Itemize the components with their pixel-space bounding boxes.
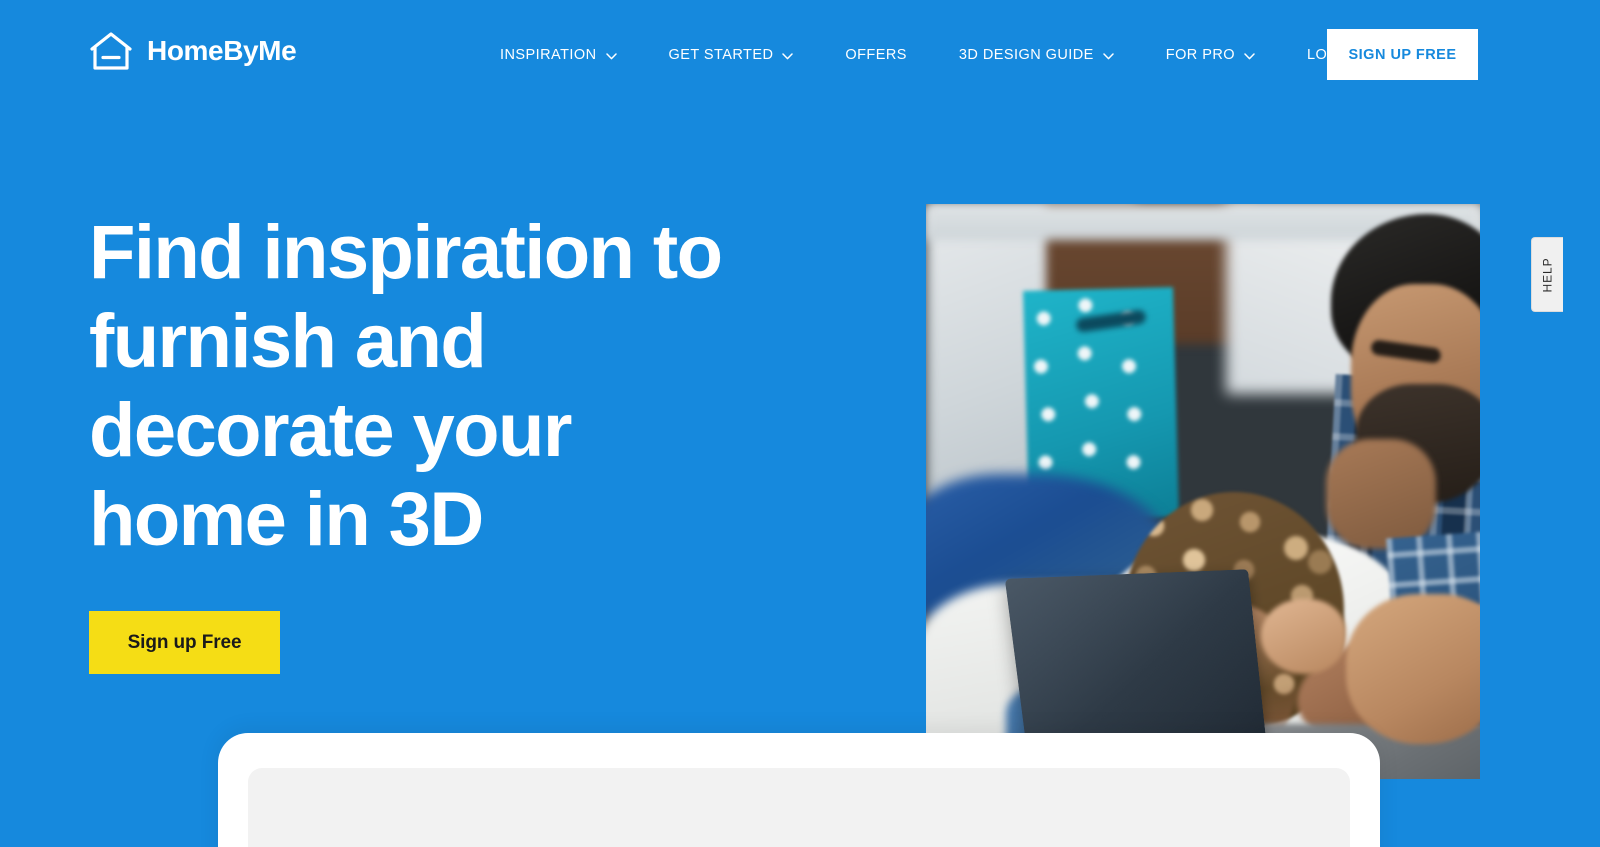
nav-item-label: OFFERS: [845, 47, 907, 63]
photo-man-neck: [1326, 439, 1436, 549]
help-tab[interactable]: HELP: [1531, 237, 1563, 312]
photo-man-arm: [1346, 594, 1480, 744]
hero-title-line-3: decorate your: [89, 388, 572, 473]
nav-item-3d-design-guide[interactable]: 3D DESIGN GUIDE: [959, 37, 1114, 73]
nav-item-inspiration[interactable]: INSPIRATION: [500, 37, 617, 73]
site-header: HomeByMe INSPIRATION GET STARTED OFFERS …: [0, 0, 1600, 110]
house-outline-icon: [90, 32, 132, 70]
hero-sign-up-free-button[interactable]: Sign up Free: [89, 611, 280, 674]
main-navigation: INSPIRATION GET STARTED OFFERS 3D DESIGN…: [500, 0, 1359, 110]
help-tab-label: HELP: [1540, 257, 1555, 292]
bottom-gallery-panel: [248, 768, 1350, 847]
nav-item-label: FOR PRO: [1165, 47, 1235, 63]
nav-item-label: INSPIRATION: [500, 47, 597, 63]
chevron-down-icon: [1103, 52, 1114, 59]
page-title: Find inspiration to furnish and decorate…: [89, 208, 769, 564]
hero-title-line-4: home in 3D: [89, 477, 484, 562]
chevron-down-icon: [782, 52, 794, 59]
hero-title-line-2: furnish and: [89, 299, 487, 384]
chevron-down-icon: [1244, 52, 1255, 59]
nav-item-get-started[interactable]: GET STARTED: [669, 37, 794, 73]
photo-man-hand: [1261, 599, 1346, 674]
chevron-down-icon: [605, 52, 617, 59]
hero-title-line-1: Find inspiration to: [89, 210, 723, 295]
bottom-content-card: [218, 733, 1380, 847]
sign-up-free-button[interactable]: SIGN UP FREE: [1327, 29, 1478, 80]
logo[interactable]: HomeByMe: [88, 30, 297, 72]
logo-text: HomeByMe: [147, 35, 297, 66]
hero-photo: [926, 204, 1480, 779]
nav-item-offers[interactable]: OFFERS: [845, 37, 907, 73]
nav-item-label: GET STARTED: [668, 47, 774, 63]
nav-item-for-pro[interactable]: FOR PRO: [1166, 37, 1255, 73]
nav-item-label: 3D DESIGN GUIDE: [958, 47, 1094, 63]
